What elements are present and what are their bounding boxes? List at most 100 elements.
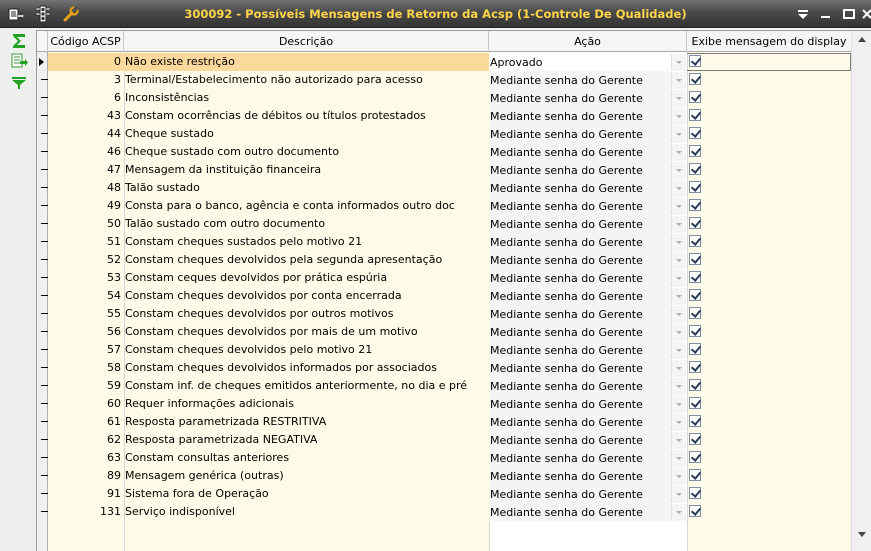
header-description[interactable]: Descrição — [124, 31, 489, 52]
action-dropdown[interactable]: Mediante senha do Gerente — [489, 251, 687, 269]
cell-code[interactable]: 57 — [48, 341, 124, 359]
cell-code[interactable]: 59 — [48, 377, 124, 395]
cell-description[interactable]: Cheque sustado com outro documento — [124, 143, 489, 161]
action-value[interactable]: Mediante senha do Gerente — [489, 395, 671, 413]
chevron-down-icon[interactable] — [671, 342, 686, 359]
cell-code[interactable]: 89 — [48, 467, 124, 485]
action-dropdown[interactable]: Mediante senha do Gerente — [489, 143, 687, 161]
action-dropdown[interactable]: Mediante senha do Gerente — [489, 197, 687, 215]
table-row[interactable]: 0 Não existe restrição Aprovado — [48, 53, 851, 71]
action-value[interactable]: Mediante senha do Gerente — [489, 125, 671, 143]
scroll-down-arrow-icon[interactable] — [858, 532, 866, 537]
display-checkbox[interactable] — [689, 415, 701, 427]
table-row[interactable]: 49 Consta para o banco, agência e conta i… — [48, 197, 851, 215]
display-checkbox[interactable] — [689, 127, 701, 139]
cell-code[interactable]: 131 — [48, 503, 124, 521]
chevron-down-icon[interactable] — [671, 378, 686, 395]
table-row[interactable]: 50 Talão sustado com outro documento Media… — [48, 215, 851, 233]
action-value[interactable]: Mediante senha do Gerente — [489, 377, 671, 395]
chevron-down-icon[interactable] — [671, 432, 686, 449]
scroll-up-arrow-icon[interactable] — [858, 37, 866, 42]
action-value[interactable]: Mediante senha do Gerente — [489, 413, 671, 431]
action-value[interactable]: Mediante senha do Gerente — [489, 251, 671, 269]
chevron-down-icon[interactable] — [671, 180, 686, 197]
cell-description[interactable]: Constam cheques devolvidos pela segunda … — [124, 251, 489, 269]
cell-description[interactable]: Constam ceques devolvidos por prática es… — [124, 269, 489, 287]
table-row[interactable]: 57 Constam cheques devolvidos pelo motivo… — [48, 341, 851, 359]
display-checkbox[interactable] — [689, 145, 701, 157]
chevron-down-icon[interactable] — [671, 54, 686, 71]
cell-description[interactable]: Resposta parametrizada NEGATIVA — [124, 431, 489, 449]
cell-code[interactable]: 53 — [48, 269, 124, 287]
cell-description[interactable]: Mensagem genérica (outras) — [124, 467, 489, 485]
display-checkbox[interactable] — [689, 235, 701, 247]
cell-code[interactable]: 58 — [48, 359, 124, 377]
action-dropdown[interactable]: Mediante senha do Gerente — [489, 161, 687, 179]
cell-code[interactable]: 3 — [48, 71, 124, 89]
table-row[interactable]: 48 Talão sustado Mediante senha do Gerente — [48, 179, 851, 197]
cell-code[interactable]: 62 — [48, 431, 124, 449]
table-row[interactable]: 51 Constam cheques sustados pelo motivo 2… — [48, 233, 851, 251]
table-row[interactable]: 6 Inconsistências Mediante senha do Gerent… — [48, 89, 851, 107]
header-code[interactable]: Código ACSP — [48, 31, 124, 52]
action-dropdown[interactable]: Mediante senha do Gerente — [489, 215, 687, 233]
table-row[interactable]: 60 Requer informações adicionais Mediante … — [48, 395, 851, 413]
action-dropdown[interactable]: Mediante senha do Gerente — [489, 71, 687, 89]
action-value[interactable]: Mediante senha do Gerente — [489, 485, 671, 503]
action-dropdown[interactable]: Mediante senha do Gerente — [489, 107, 687, 125]
display-checkbox[interactable] — [689, 109, 701, 121]
chevron-down-icon[interactable] — [671, 414, 686, 431]
cell-code[interactable]: 46 — [48, 143, 124, 161]
action-value[interactable]: Mediante senha do Gerente — [489, 71, 671, 89]
table-row[interactable]: 47 Mensagem da instituição financeira Medi… — [48, 161, 851, 179]
chevron-down-icon[interactable] — [671, 504, 686, 521]
display-checkbox[interactable] — [689, 55, 701, 67]
chevron-down-icon[interactable] — [671, 270, 686, 287]
chevron-down-icon[interactable] — [671, 144, 686, 161]
action-dropdown[interactable]: Mediante senha do Gerente — [489, 179, 687, 197]
table-row[interactable]: 131 Serviço indisponível Mediante senha do… — [48, 503, 851, 521]
display-checkbox[interactable] — [689, 325, 701, 337]
action-value[interactable]: Mediante senha do Gerente — [489, 323, 671, 341]
cell-code[interactable]: 49 — [48, 197, 124, 215]
chevron-down-icon[interactable] — [671, 288, 686, 305]
cell-description[interactable]: Constam ocorrências de débitos ou título… — [124, 107, 489, 125]
action-dropdown[interactable]: Mediante senha do Gerente — [489, 341, 687, 359]
display-checkbox[interactable] — [689, 397, 701, 409]
table-row[interactable]: 44 Cheque sustado Mediante senha do Gerent… — [48, 125, 851, 143]
action-value[interactable]: Mediante senha do Gerente — [489, 449, 671, 467]
action-value[interactable]: Mediante senha do Gerente — [489, 89, 671, 107]
sigma-icon[interactable] — [10, 32, 28, 50]
cell-description[interactable]: Sistema fora de Operação — [124, 485, 489, 503]
cell-description[interactable]: Não existe restrição — [124, 53, 489, 71]
cell-description[interactable]: Constam cheques devolvidos por conta enc… — [124, 287, 489, 305]
table-row[interactable]: 3 Terminal/Estabelecimento não autorizado… — [48, 71, 851, 89]
table-row[interactable]: 58 Constam cheques devolvidos informados … — [48, 359, 851, 377]
table-row[interactable]: 63 Constam consultas anteriores Mediante s… — [48, 449, 851, 467]
cell-description[interactable]: Constam inf. de cheques emitidos anterio… — [124, 377, 489, 395]
cell-description[interactable]: Constam cheques sustados pelo motivo 21 — [124, 233, 489, 251]
chevron-down-icon[interactable] — [671, 198, 686, 215]
action-value[interactable]: Mediante senha do Gerente — [489, 215, 671, 233]
action-dropdown[interactable]: Mediante senha do Gerente — [489, 395, 687, 413]
action-dropdown[interactable]: Mediante senha do Gerente — [489, 359, 687, 377]
display-checkbox[interactable] — [689, 433, 701, 445]
cell-code[interactable]: 55 — [48, 305, 124, 323]
action-value[interactable]: Mediante senha do Gerente — [489, 107, 671, 125]
cell-code[interactable]: 54 — [48, 287, 124, 305]
chevron-down-icon[interactable] — [671, 234, 686, 251]
cell-code[interactable]: 44 — [48, 125, 124, 143]
table-row[interactable]: 62 Resposta parametrizada NEGATIVA Mediant… — [48, 431, 851, 449]
action-value[interactable]: Mediante senha do Gerente — [489, 179, 671, 197]
display-checkbox[interactable] — [689, 343, 701, 355]
maximize-icon[interactable] — [841, 6, 857, 22]
wrench-icon[interactable] — [62, 5, 80, 23]
action-value[interactable]: Mediante senha do Gerente — [489, 305, 671, 323]
traffic-light-icon[interactable] — [34, 5, 52, 23]
display-checkbox[interactable] — [689, 361, 701, 373]
action-dropdown[interactable]: Mediante senha do Gerente — [489, 89, 687, 107]
action-dropdown[interactable]: Mediante senha do Gerente — [489, 449, 687, 467]
cell-code[interactable]: 48 — [48, 179, 124, 197]
table-row[interactable]: 46 Cheque sustado com outro documento Medi… — [48, 143, 851, 161]
cell-description[interactable]: Talão sustado — [124, 179, 489, 197]
